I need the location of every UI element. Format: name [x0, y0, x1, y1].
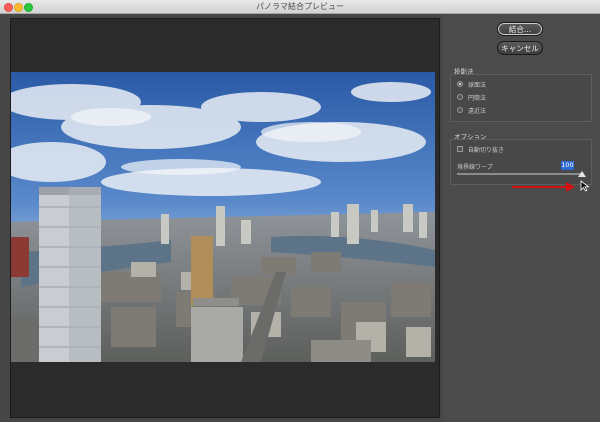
radio-icon[interactable]: [457, 107, 463, 113]
boundary-warp-label: 境界線ワープ: [457, 163, 493, 171]
boundary-warp-value-field[interactable]: 100: [561, 161, 574, 170]
panorama-preview-image: [11, 72, 435, 362]
projection-option-perspective[interactable]: 遠近法: [457, 105, 486, 115]
window-title: パノラマ結合プレビュー: [256, 2, 344, 11]
auto-crop-option[interactable]: 自動切り抜き: [457, 144, 504, 154]
red-arrow-annotation: [512, 186, 568, 188]
cancel-button[interactable]: キャンセル: [497, 41, 543, 55]
radio-icon[interactable]: [457, 94, 463, 100]
projection-option-label: 円筒法: [468, 94, 487, 102]
boundary-warp-row: 境界線ワープ: [457, 161, 493, 171]
red-arrow-head-icon: [566, 182, 575, 192]
boundary-warp-slider[interactable]: [457, 173, 583, 175]
radio-selected-icon[interactable]: [457, 81, 463, 87]
projection-option-label: 球面法: [468, 81, 487, 89]
projection-option-spherical[interactable]: 球面法: [457, 79, 486, 89]
merge-button[interactable]: 結合...: [497, 22, 543, 36]
cursor-icon: [580, 180, 590, 192]
checkbox-icon[interactable]: [457, 146, 463, 152]
projection-option-cylindrical[interactable]: 円筒法: [457, 92, 486, 102]
title-bar: パノラマ結合プレビュー: [0, 0, 600, 14]
auto-crop-label: 自動切り抜き: [468, 146, 505, 154]
slider-thumb-icon[interactable]: [578, 171, 586, 177]
projection-option-label: 遠近法: [468, 107, 487, 115]
